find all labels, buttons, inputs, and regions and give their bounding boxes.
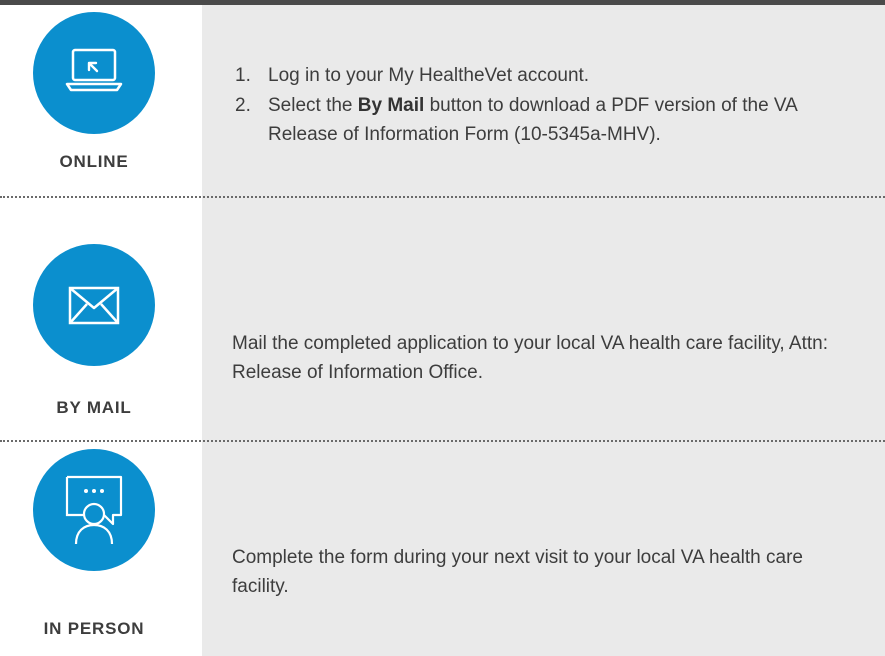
mail-text: Mail the completed application to your l… bbox=[232, 333, 829, 383]
online-instructions: 1. Log in to your My HealtheVet account.… bbox=[232, 61, 852, 149]
method-online: ONLINE 1. Log in to your My HealtheVet a… bbox=[0, 5, 885, 198]
step-item: 2. Select the By Mail button to download… bbox=[235, 95, 797, 145]
method-label-online: ONLINE bbox=[59, 152, 129, 171]
step-text: Log in to your My HealtheVet account. bbox=[268, 65, 590, 86]
mail-instructions: Mail the completed application to your l… bbox=[232, 329, 852, 387]
step-item: 1. Log in to your My HealtheVet account. bbox=[235, 65, 590, 86]
method-label-in-person: IN PERSON bbox=[43, 619, 145, 638]
person-speech-bubble-icon bbox=[33, 449, 155, 571]
method-label-by-mail: BY MAIL bbox=[56, 398, 132, 417]
method-in-person: IN PERSON Complete the form during your … bbox=[0, 442, 885, 656]
step-text-pre: Select the bbox=[268, 95, 358, 116]
by-mail-emphasis: By Mail bbox=[357, 95, 425, 116]
in-person-text: Complete the form during your next visit… bbox=[232, 547, 803, 597]
envelope-icon bbox=[33, 244, 155, 366]
in-person-instructions: Complete the form during your next visit… bbox=[232, 543, 852, 601]
method-by-mail: BY MAIL Mail the completed application t… bbox=[0, 198, 885, 442]
laptop-cursor-icon bbox=[33, 12, 155, 134]
